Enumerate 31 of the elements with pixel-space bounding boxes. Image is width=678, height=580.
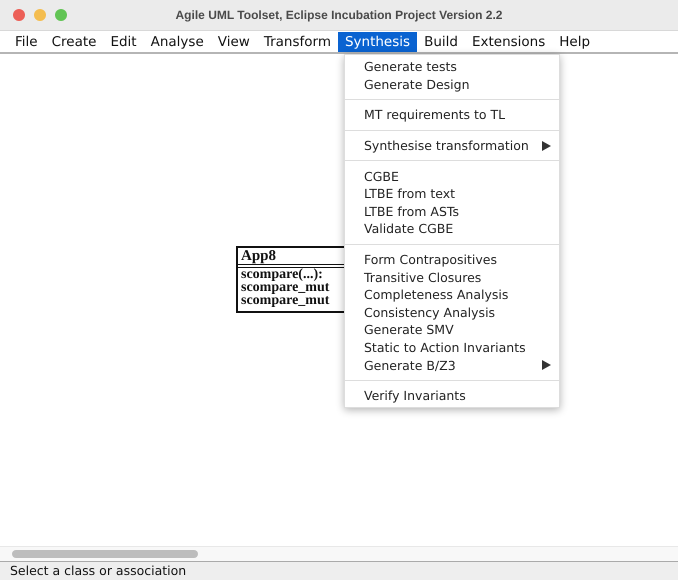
menu-item[interactable]: View [210,32,257,52]
menu-option[interactable]: CGBE [345,167,559,185]
menu-option[interactable]: MT requirements to TL [345,106,559,124]
menu-option[interactable]: LTBE from ASTs [345,202,559,220]
maximize-button[interactable] [55,9,67,21]
menu-option[interactable]: Generate B/Z3 [345,356,559,374]
submenu-arrow-icon [542,140,551,151]
window-title: Agile UML Toolset, Eclipse Incubation Project Version 2.2 [176,8,502,22]
menu-item[interactable]: Create [44,32,104,52]
menu-item[interactable]: Help [552,32,598,52]
menu-item[interactable]: Extensions [464,32,552,52]
menu-option[interactable]: Validate CGBE [345,220,559,238]
menu-option[interactable]: Static to Action Invariants [345,338,559,356]
operation-text: scompare_mut [241,281,330,294]
scrollbar-thumb[interactable] [12,550,198,558]
menu-option[interactable]: Generate tests [345,58,559,76]
menu-item[interactable]: Build [417,32,465,52]
menu-item[interactable]: Analyse [144,32,211,52]
status-text: Select a class or association [0,562,678,580]
menu-option[interactable]: Generate Design [345,76,559,94]
menu-item[interactable]: File [8,32,45,52]
minimize-button[interactable] [34,9,46,21]
menu-item[interactable]: Edit [103,32,144,52]
close-button[interactable] [13,9,25,21]
menu-option[interactable]: LTBE from text [345,184,559,203]
menu-item[interactable]: Transform [256,32,338,52]
menu-option[interactable]: Synthesise transformation [345,136,559,154]
menu-item[interactable]: Synthesis [338,32,418,52]
menu-option[interactable]: Generate SMV [345,321,559,339]
submenu-arrow-icon [542,360,551,370]
menu-option[interactable]: Verify Invariants [345,386,559,404]
